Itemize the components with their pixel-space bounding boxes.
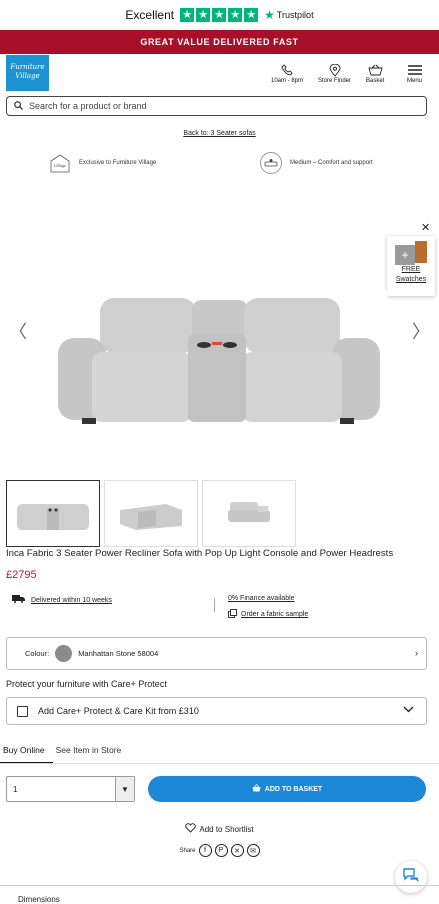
tab-see-in-store[interactable]: See Item in Store xyxy=(53,742,130,763)
star-icon: ★ xyxy=(228,8,243,22)
close-swatches-icon[interactable]: ✕ xyxy=(421,221,430,234)
swatch-image: + xyxy=(395,241,427,265)
dropdown-arrow-icon: ▼ xyxy=(115,777,134,801)
section-divider xyxy=(0,885,439,886)
tab-buy-online[interactable]: Buy Online xyxy=(0,742,53,763)
basket-label: Basket xyxy=(366,78,385,84)
x-twitter-icon[interactable]: ✕ xyxy=(230,844,244,857)
chevron-down-icon[interactable] xyxy=(403,705,414,715)
thumbnail-side-reclined[interactable] xyxy=(202,480,296,547)
care-protect-checkbox[interactable] xyxy=(17,705,28,717)
add-to-basket-button[interactable]: ADD TO BASKET xyxy=(148,776,426,802)
feature-exclusive-text: Exclusive to Furniture Village xyxy=(79,160,157,166)
trustpilot-stars: ★ ★ ★ ★ ★ xyxy=(180,8,259,22)
phone-hours-label: 10am - 8pm xyxy=(271,78,304,84)
colour-label: Colour: xyxy=(25,649,50,658)
previous-image-arrow-icon[interactable]: 〈 xyxy=(9,318,27,344)
feature-exclusive: Village Exclusive to Furniture Village xyxy=(49,152,156,174)
comfort-level-icon xyxy=(260,152,282,174)
hamburger-menu-icon xyxy=(407,62,422,78)
promo-banner: GREAT VALUE DELIVERED FAST xyxy=(0,30,439,54)
basket-icon xyxy=(368,62,383,78)
menu-button[interactable]: Menu xyxy=(407,62,422,84)
purchase-tabs: Buy Online See Item in Store xyxy=(0,742,439,764)
basket-icon xyxy=(252,784,261,794)
star-icon: ★ xyxy=(196,8,211,22)
care-protect-option[interactable]: Add Care+ Protect & Care Kit from £310 xyxy=(6,697,427,725)
shortlist-label: Add to Shortlist xyxy=(199,824,254,834)
order-fabric-sample-link[interactable]: Order a fabric sample xyxy=(228,609,308,620)
chat-button[interactable] xyxy=(395,861,427,893)
dimensions-accordion[interactable]: Dimensions xyxy=(18,895,60,904)
share-row: Share f P ✕ ✉ xyxy=(0,844,439,857)
protect-heading: Protect your furniture with Care+ Protec… xyxy=(6,679,167,689)
trustpilot-bar[interactable]: Excellent ★ ★ ★ ★ ★ ★ Trustpilot xyxy=(0,0,439,30)
delivery-info-link[interactable]: Delivered within 10 weeks xyxy=(12,595,112,605)
store-finder-link[interactable]: Store Finder xyxy=(318,62,351,84)
add-to-shortlist-link[interactable]: Add to Shortlist xyxy=(0,823,439,835)
product-main-image xyxy=(52,290,387,430)
feature-comfort-text: Medium – Comfort and support xyxy=(290,160,373,166)
thumbnail-strip xyxy=(6,480,296,547)
order-sample-text: Order a fabric sample xyxy=(241,611,309,618)
star-icon: ★ xyxy=(180,8,195,22)
store-finder-label: Store Finder xyxy=(318,78,352,84)
trustpilot-brand: Trustpilot xyxy=(276,10,314,20)
add-to-basket-label: ADD TO BASKET xyxy=(264,785,323,793)
divider xyxy=(214,598,215,612)
swatches-line-2: Swatches xyxy=(395,276,427,283)
product-title: Inca Fabric 3 Seater Power Recliner Sofa… xyxy=(6,548,394,559)
trustpilot-logo: ★ Trustpilot xyxy=(264,8,313,22)
search-input[interactable] xyxy=(29,101,409,111)
logo-line-1: Furniture xyxy=(10,63,45,71)
trustpilot-star-icon: ★ xyxy=(264,8,275,22)
finance-link[interactable]: 0% Finance available xyxy=(228,595,295,602)
logo-line-2: Village xyxy=(15,72,40,80)
colour-value: Manhattan Stone 58004 xyxy=(78,649,159,658)
search-bar xyxy=(6,96,427,116)
plus-icon: + xyxy=(395,245,415,265)
phone-hours-link[interactable]: 10am - 8pm xyxy=(271,62,303,84)
care-protect-label: Add Care+ Protect & Care Kit from £310 xyxy=(38,706,199,716)
svg-text:Village: Village xyxy=(54,164,66,168)
back-to-category-link[interactable]: Back to: 3 Seater sofas xyxy=(0,130,439,137)
swatches-line-1: FREE xyxy=(401,266,421,273)
chevron-right-icon: › xyxy=(415,648,418,658)
pinterest-icon[interactable]: P xyxy=(214,844,228,857)
phone-icon xyxy=(281,62,293,78)
colour-swatch xyxy=(55,645,73,662)
next-image-arrow-icon[interactable]: 〉 xyxy=(412,318,430,344)
thumbnail-angle[interactable] xyxy=(104,480,198,547)
product-price: £2795 xyxy=(6,569,37,581)
star-icon: ★ xyxy=(212,8,227,22)
trustpilot-rating-label: Excellent xyxy=(125,8,175,22)
basket-link[interactable]: Basket xyxy=(366,62,384,84)
furniture-village-logo[interactable]: Furniture Village xyxy=(6,55,49,91)
heart-icon xyxy=(185,823,197,835)
site-header: Furniture Village 10am - 8pm Store Finde… xyxy=(0,54,439,94)
thumbnail-front[interactable] xyxy=(6,480,100,547)
email-icon[interactable]: ✉ xyxy=(246,844,260,857)
location-pin-icon xyxy=(329,62,341,78)
search-icon xyxy=(14,97,23,115)
quantity-select[interactable]: 1 ▼ xyxy=(6,776,135,802)
quantity-value: 1 xyxy=(13,784,18,794)
feature-comfort: Medium – Comfort and support xyxy=(260,152,373,174)
free-swatches-card[interactable]: + FREE Swatches xyxy=(387,236,435,296)
furniture-village-badge-icon: Village xyxy=(49,152,71,174)
star-icon: ★ xyxy=(244,8,259,22)
menu-label: Menu xyxy=(407,78,423,84)
share-label: Share xyxy=(179,847,196,854)
delivery-text: Delivered within 10 weeks xyxy=(31,596,112,604)
colour-selector[interactable]: Colour: Manhattan Stone 58004 › xyxy=(6,637,427,670)
delivery-truck-icon xyxy=(12,595,25,605)
facebook-icon[interactable]: f xyxy=(198,844,212,857)
fabric-sample-icon xyxy=(228,609,237,620)
